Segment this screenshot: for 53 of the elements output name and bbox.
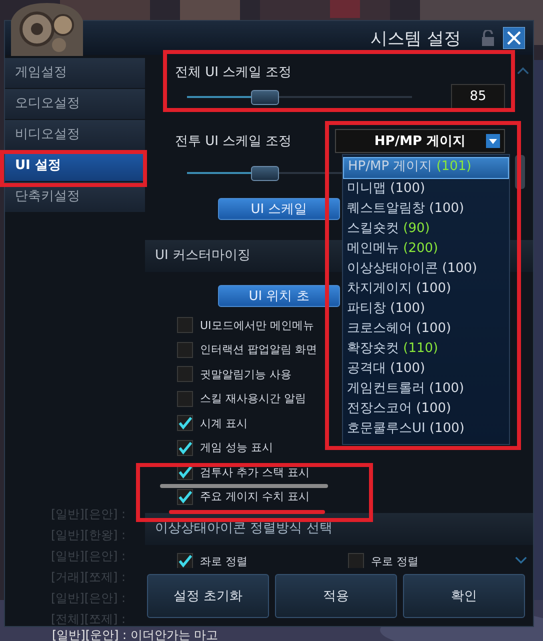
dropdown-option[interactable]: 미니맵 (100) (343, 179, 509, 199)
section-header: 이상상태아이콘 정렬방식 선택 (145, 513, 533, 545)
checkbox[interactable] (177, 553, 193, 568)
scroll-down-icon[interactable] (515, 556, 527, 564)
dropdown[interactable]: HP/MP 게이지 (335, 129, 505, 153)
slider-thumb[interactable] (250, 166, 278, 180)
checkbox[interactable] (177, 342, 193, 358)
checkbox[interactable] (177, 440, 193, 456)
chat-line: [일반][운안] : 이더안가는 마고 (52, 627, 218, 641)
value-field[interactable]: 85 (451, 84, 505, 110)
checkbox-label: 게임 성능 표시 (200, 440, 273, 456)
checkbox[interactable] (177, 317, 193, 334)
setting-label: 전투 UI 스케일 조정 (175, 133, 292, 150)
dropdown-option[interactable]: 전장스코어 (100) (343, 399, 509, 419)
sidebar-tab[interactable]: 오디오설정 (5, 89, 145, 119)
slider-thumb[interactable] (250, 90, 278, 104)
checkbox-label: 주요 게이지 수치 표시 (200, 489, 310, 504)
sidebar-tab[interactable]: 게임설정 (5, 58, 145, 88)
dropdown-option[interactable]: 파티창 (100) (343, 299, 509, 319)
checkbox-label: 좌로 정렬 (200, 554, 248, 568)
dropdown-option[interactable]: 메인메뉴 (200) (343, 239, 509, 259)
reset-position-button[interactable]: UI 위치 초 (218, 285, 340, 307)
checkbox-label: 시계 표시 (200, 416, 248, 431)
checkbox[interactable] (177, 366, 193, 382)
dropdown-option[interactable]: 크로스헤어 (100) (343, 319, 509, 339)
checkbox-label: 인터랙션 팝업알림 화면 (200, 342, 317, 358)
checkbox-label: UI모드에서만 메인메뉴 (200, 318, 314, 333)
checkbox[interactable] (177, 390, 193, 407)
scale-button[interactable]: UI 스케일 (218, 198, 340, 220)
checkbox-label: 검투사 추가 스택 표시 (200, 464, 310, 480)
dropdown-option[interactable]: 퀘스트알림창 (100) (343, 199, 509, 219)
caret-icon (486, 134, 500, 148)
footer-button[interactable]: 확인 (403, 574, 525, 618)
checkbox[interactable] (348, 553, 364, 568)
dropdown-option[interactable]: 공격대 (100) (343, 359, 509, 379)
scroll-up-icon[interactable] (517, 67, 529, 75)
setting-label: 전체 UI 스케일 조정 (175, 64, 293, 81)
checkbox-label: 우로 정렬 (371, 554, 418, 568)
checkbox-label: 스킬 재사용시간 알림 (200, 391, 306, 406)
dropdown-option[interactable]: 게임컨트롤러 (100) (343, 379, 509, 399)
dropdown-option[interactable]: 확장숏컷 (110) (343, 339, 509, 359)
footer-button[interactable]: 적용 (275, 574, 397, 618)
lock-icon[interactable] (481, 30, 495, 46)
dropdown-option[interactable]: 스킬숏컷 (90) (343, 219, 509, 239)
window-title: 시스템 설정 (370, 28, 461, 50)
footer-button[interactable]: 설정 초기화 (147, 574, 269, 618)
checkbox-label: 귓말알림기능 사용 (200, 366, 292, 382)
checkbox[interactable] (177, 415, 193, 432)
sidebar-tab[interactable]: 비디오설정 (5, 120, 145, 150)
dropdown-option[interactable]: 차지게이지 (100) (343, 279, 509, 299)
dropdown-option[interactable]: 호문쿨루스UI (100) (343, 419, 509, 439)
close-button[interactable] (503, 27, 525, 49)
checkbox[interactable] (177, 488, 193, 505)
